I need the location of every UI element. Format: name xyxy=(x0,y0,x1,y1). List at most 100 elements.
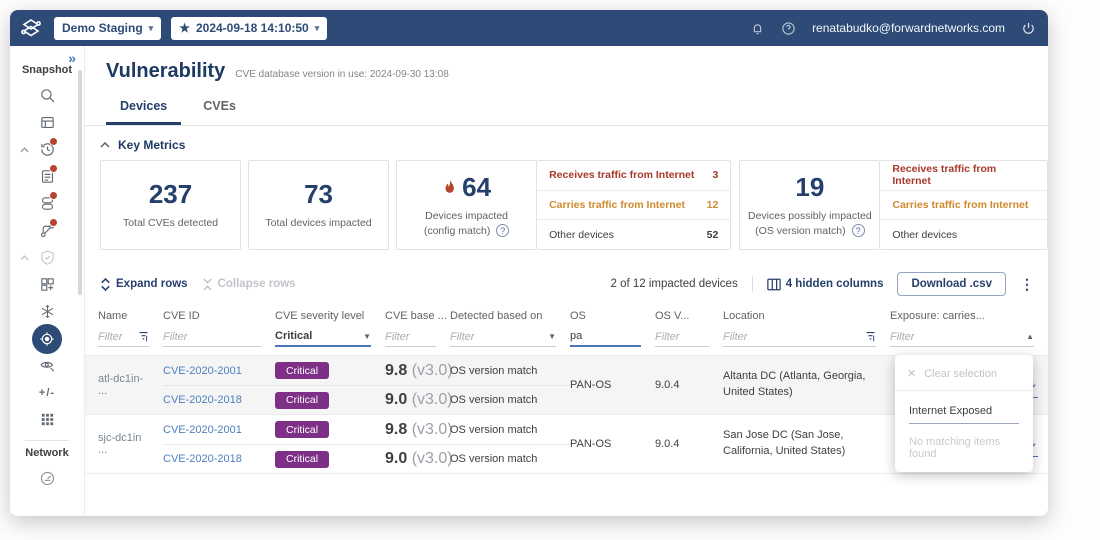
cve-id-filter-input[interactable]: Filter xyxy=(163,331,187,343)
breakdown-row[interactable]: Other devices 52 xyxy=(537,219,731,249)
exposure-filter-dropdown: ✕ Clear selection Internet Exposed No ma… xyxy=(895,355,1033,472)
devices-impacted-label2: (config match) xyxy=(423,224,491,237)
sidebar-item-vulnerability-active[interactable] xyxy=(10,323,84,354)
sidebar-item-verify[interactable] xyxy=(10,244,84,271)
cve-score-version: (v3.0) xyxy=(411,391,453,408)
other-devices-value: 52 xyxy=(706,228,719,241)
card-devices-possibly-impacted: 19 Devices possibly impacted (OS version… xyxy=(739,160,881,250)
severity-filter-select[interactable]: Critical xyxy=(275,330,312,342)
user-email[interactable]: renatabudko@forwardnetworks.com xyxy=(812,21,1005,35)
sidebar-item-report[interactable] xyxy=(10,109,84,136)
tab-devices[interactable]: Devices xyxy=(106,95,182,125)
key-metrics-header[interactable]: Key Metrics xyxy=(85,126,1048,152)
device-location: Altanta DC (Atlanta, Georgia, United Sta… xyxy=(723,370,866,398)
sidebar-item-notes[interactable] xyxy=(10,163,84,190)
app-window: Demo Staging ▾ ★ 2024-09-18 14:10:50 ▾ r… xyxy=(10,10,1048,516)
exposure-filter-input[interactable]: Filter xyxy=(890,331,914,343)
severity-badge: Critical xyxy=(275,421,330,438)
sidebar-item-layers[interactable] xyxy=(10,190,84,217)
chevron-down-icon: ▾ xyxy=(148,22,154,33)
col-severity[interactable]: CVE severity level xyxy=(275,304,385,324)
col-location[interactable]: Location xyxy=(723,304,890,324)
total-cves-label: Total CVEs detected xyxy=(122,217,219,230)
receives-traffic-label: Receives traffic from Internet xyxy=(549,169,695,182)
col-cve-id[interactable]: CVE ID xyxy=(163,304,275,324)
breakdown-row[interactable]: Carries traffic from Internet 12 xyxy=(537,189,731,220)
os-filter-input[interactable]: pa xyxy=(570,330,582,342)
vulnerability-target-icon xyxy=(40,331,54,346)
base-score-filter-input[interactable]: Filter xyxy=(385,331,409,343)
device-location: San Jose DC (San Jose, California, Unite… xyxy=(723,429,846,457)
severity-badge: Critical xyxy=(275,362,330,379)
help-icon[interactable] xyxy=(781,21,796,36)
sidebar-item-search[interactable] xyxy=(10,82,84,109)
sidebar-item-diff[interactable]: +/- xyxy=(10,379,84,406)
forward-networks-logo-icon[interactable] xyxy=(18,15,44,41)
col-name[interactable]: Name xyxy=(98,304,163,324)
chevron-up-icon xyxy=(20,146,29,152)
table-filter-row: Filter Filter Critical ▼ Filter Filter ▼… xyxy=(85,324,1048,355)
sidebar-scrollbar[interactable] xyxy=(78,70,82,295)
sidebar-item-snowflake[interactable] xyxy=(10,298,84,325)
snapshot-selector-button[interactable]: ★ 2024-09-18 14:10:50 ▾ xyxy=(171,16,328,40)
sidebar-item-paths[interactable] xyxy=(10,217,84,244)
download-csv-button[interactable]: Download .csv xyxy=(897,272,1006,296)
sidebar-item-inspect[interactable] xyxy=(10,352,84,379)
col-os-version[interactable]: OS V... xyxy=(655,304,723,324)
cve-link[interactable]: CVE-2020-2018 xyxy=(163,453,242,465)
sidebar-divider xyxy=(25,440,69,441)
cve-link[interactable]: CVE-2020-2018 xyxy=(163,394,242,406)
help-icon[interactable]: ? xyxy=(496,224,510,238)
location-filter-input[interactable]: Filter xyxy=(723,331,747,343)
chevron-down-icon[interactable]: ▼ xyxy=(548,332,556,341)
collapse-rows-button[interactable]: Collapse rows xyxy=(202,277,296,291)
sidebar-item-apps[interactable] xyxy=(10,406,84,433)
filter-icon[interactable] xyxy=(865,331,876,342)
help-icon[interactable]: ? xyxy=(851,224,865,238)
total-cves-value: 237 xyxy=(148,179,193,210)
devices-impacted-value: 64 xyxy=(462,172,492,203)
cve-link[interactable]: CVE-2020-2001 xyxy=(163,365,242,377)
notification-badge xyxy=(49,218,58,227)
filter-icon[interactable] xyxy=(138,331,149,342)
col-base-score[interactable]: CVE base ... xyxy=(385,304,450,324)
breakdown-row[interactable]: Carries traffic from Internet xyxy=(880,189,1048,220)
logout-power-icon[interactable] xyxy=(1021,21,1036,36)
tab-cves[interactable]: CVEs xyxy=(189,95,250,125)
expand-rows-button[interactable]: Expand rows xyxy=(100,277,188,291)
more-options-kebab-icon[interactable]: ⋮ xyxy=(1020,276,1034,293)
cve-link[interactable]: CVE-2020-2001 xyxy=(163,424,242,436)
clear-selection-option[interactable]: ✕ Clear selection xyxy=(895,355,1033,391)
hidden-columns-button[interactable]: 4 hidden columns xyxy=(766,278,883,291)
sidebar-item-history[interactable] xyxy=(10,136,84,163)
chevron-up-icon[interactable]: ▲ xyxy=(1026,332,1034,341)
os-match-breakdown: Receives traffic from Internet Carries t… xyxy=(880,160,1048,250)
top-bar: Demo Staging ▾ ★ 2024-09-18 14:10:50 ▾ r… xyxy=(10,10,1048,46)
col-exposure[interactable]: Exposure: carries... xyxy=(890,304,1048,324)
chevron-down-icon[interactable]: ▼ xyxy=(363,332,371,341)
os-version-filter-input[interactable]: Filter xyxy=(655,331,679,343)
dropdown-option-internet-exposed[interactable]: Internet Exposed xyxy=(909,405,1019,424)
breakdown-row[interactable]: Receives traffic from Internet xyxy=(880,161,1047,190)
col-os[interactable]: OS xyxy=(570,304,655,324)
notifications-bell-icon[interactable] xyxy=(750,21,765,36)
device-name[interactable]: atl-dc1in- ... xyxy=(98,356,163,414)
network-selector-button[interactable]: Demo Staging ▾ xyxy=(54,16,162,40)
collapse-chevron-icon xyxy=(100,142,110,148)
sidebar-item-dashboard[interactable] xyxy=(10,465,84,492)
network-selector-label: Demo Staging xyxy=(62,21,143,35)
key-metrics-cards: 237 Total CVEs detected 73 Total devices… xyxy=(85,152,1048,250)
config-match-breakdown: Receives traffic from Internet 3 Carries… xyxy=(537,160,732,250)
name-filter-input[interactable]: Filter xyxy=(98,331,122,343)
device-name[interactable]: sjc-dc1in ... xyxy=(98,415,163,473)
cve-score-version: (v3.0) xyxy=(411,361,453,379)
col-detected[interactable]: Detected based on xyxy=(450,304,570,324)
detected-filter-select[interactable]: Filter xyxy=(450,331,474,343)
possibly-impacted-label1: Devices possibly impacted xyxy=(748,210,872,223)
sidebar-expand-icon[interactable]: » xyxy=(68,50,76,66)
blocks-icon xyxy=(40,278,54,291)
sidebar-item-blocks[interactable] xyxy=(10,271,84,298)
breakdown-row[interactable]: Other devices xyxy=(880,219,1048,249)
breakdown-row[interactable]: Receives traffic from Internet 3 xyxy=(537,161,730,190)
card-total-cves: 237 Total CVEs detected xyxy=(100,160,242,250)
